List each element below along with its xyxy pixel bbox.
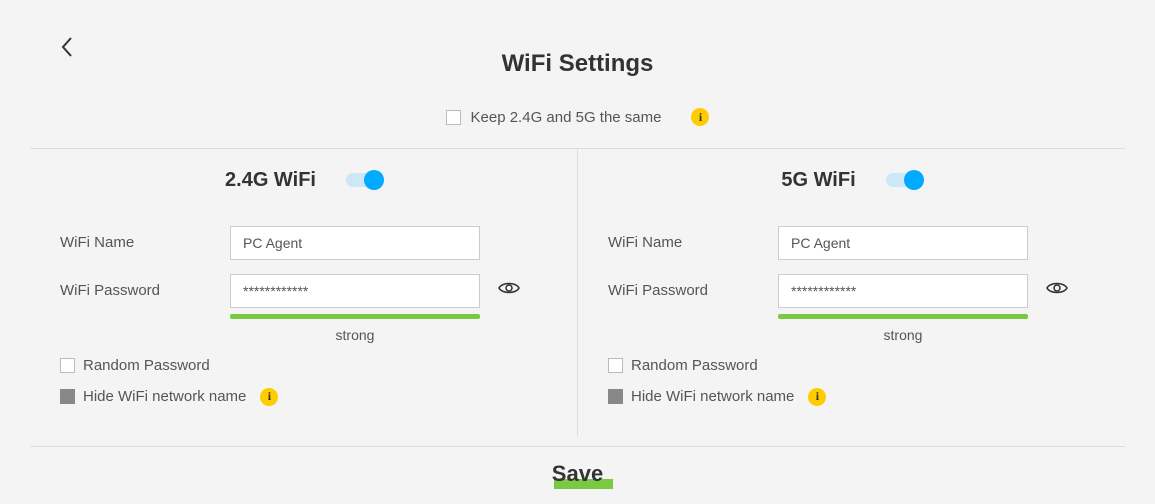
wifi-24g-name-label: WiFi Name: [60, 234, 230, 251]
eye-icon[interactable]: [498, 280, 520, 301]
wifi-24g-random-checkbox[interactable]: [60, 358, 75, 373]
back-button[interactable]: [60, 36, 74, 64]
keep-same-checkbox[interactable]: [446, 110, 461, 125]
wifi-5g-name-label: WiFi Name: [608, 234, 778, 251]
page-title: WiFi Settings: [0, 0, 1155, 108]
wifi-24g-toggle[interactable]: [346, 173, 382, 187]
wifi-5g-strength-bar: [778, 314, 1028, 319]
wifi-5g-panel: 5G WiFi WiFi Name WiFi Password strong R…: [578, 149, 1125, 436]
info-icon[interactable]: i: [808, 388, 826, 406]
wifi-24g-hide-checkbox[interactable]: [60, 389, 75, 404]
wifi-24g-random-label: Random Password: [83, 357, 210, 374]
wifi-5g-password-label: WiFi Password: [608, 282, 778, 299]
wifi-5g-hide-label: Hide WiFi network name: [631, 388, 794, 405]
wifi-24g-title: 2.4G WiFi: [225, 169, 316, 192]
info-icon[interactable]: i: [691, 108, 709, 126]
keep-same-label: Keep 2.4G and 5G the same: [471, 109, 662, 126]
wifi-24g-password-label: WiFi Password: [60, 282, 230, 299]
eye-icon[interactable]: [1046, 280, 1068, 301]
wifi-5g-name-input[interactable]: [778, 226, 1028, 260]
wifi-24g-strength-bar: [230, 314, 480, 319]
save-button[interactable]: Save: [546, 461, 609, 487]
info-icon[interactable]: i: [260, 388, 278, 406]
wifi-24g-password-input[interactable]: [230, 274, 480, 308]
wifi-5g-strength-label: strong: [778, 327, 1028, 343]
wifi-5g-hide-checkbox[interactable]: [608, 389, 623, 404]
wifi-5g-toggle[interactable]: [886, 173, 922, 187]
wifi-24g-hide-label: Hide WiFi network name: [83, 388, 246, 405]
wifi-5g-password-input[interactable]: [778, 274, 1028, 308]
wifi-24g-strength-label: strong: [230, 327, 480, 343]
wifi-5g-title: 5G WiFi: [781, 169, 855, 192]
wifi-5g-random-label: Random Password: [631, 357, 758, 374]
wifi-24g-name-input[interactable]: [230, 226, 480, 260]
wifi-24g-panel: 2.4G WiFi WiFi Name WiFi Password strong…: [30, 149, 578, 436]
keep-same-row: Keep 2.4G and 5G the same i: [0, 108, 1155, 148]
wifi-5g-random-checkbox[interactable]: [608, 358, 623, 373]
